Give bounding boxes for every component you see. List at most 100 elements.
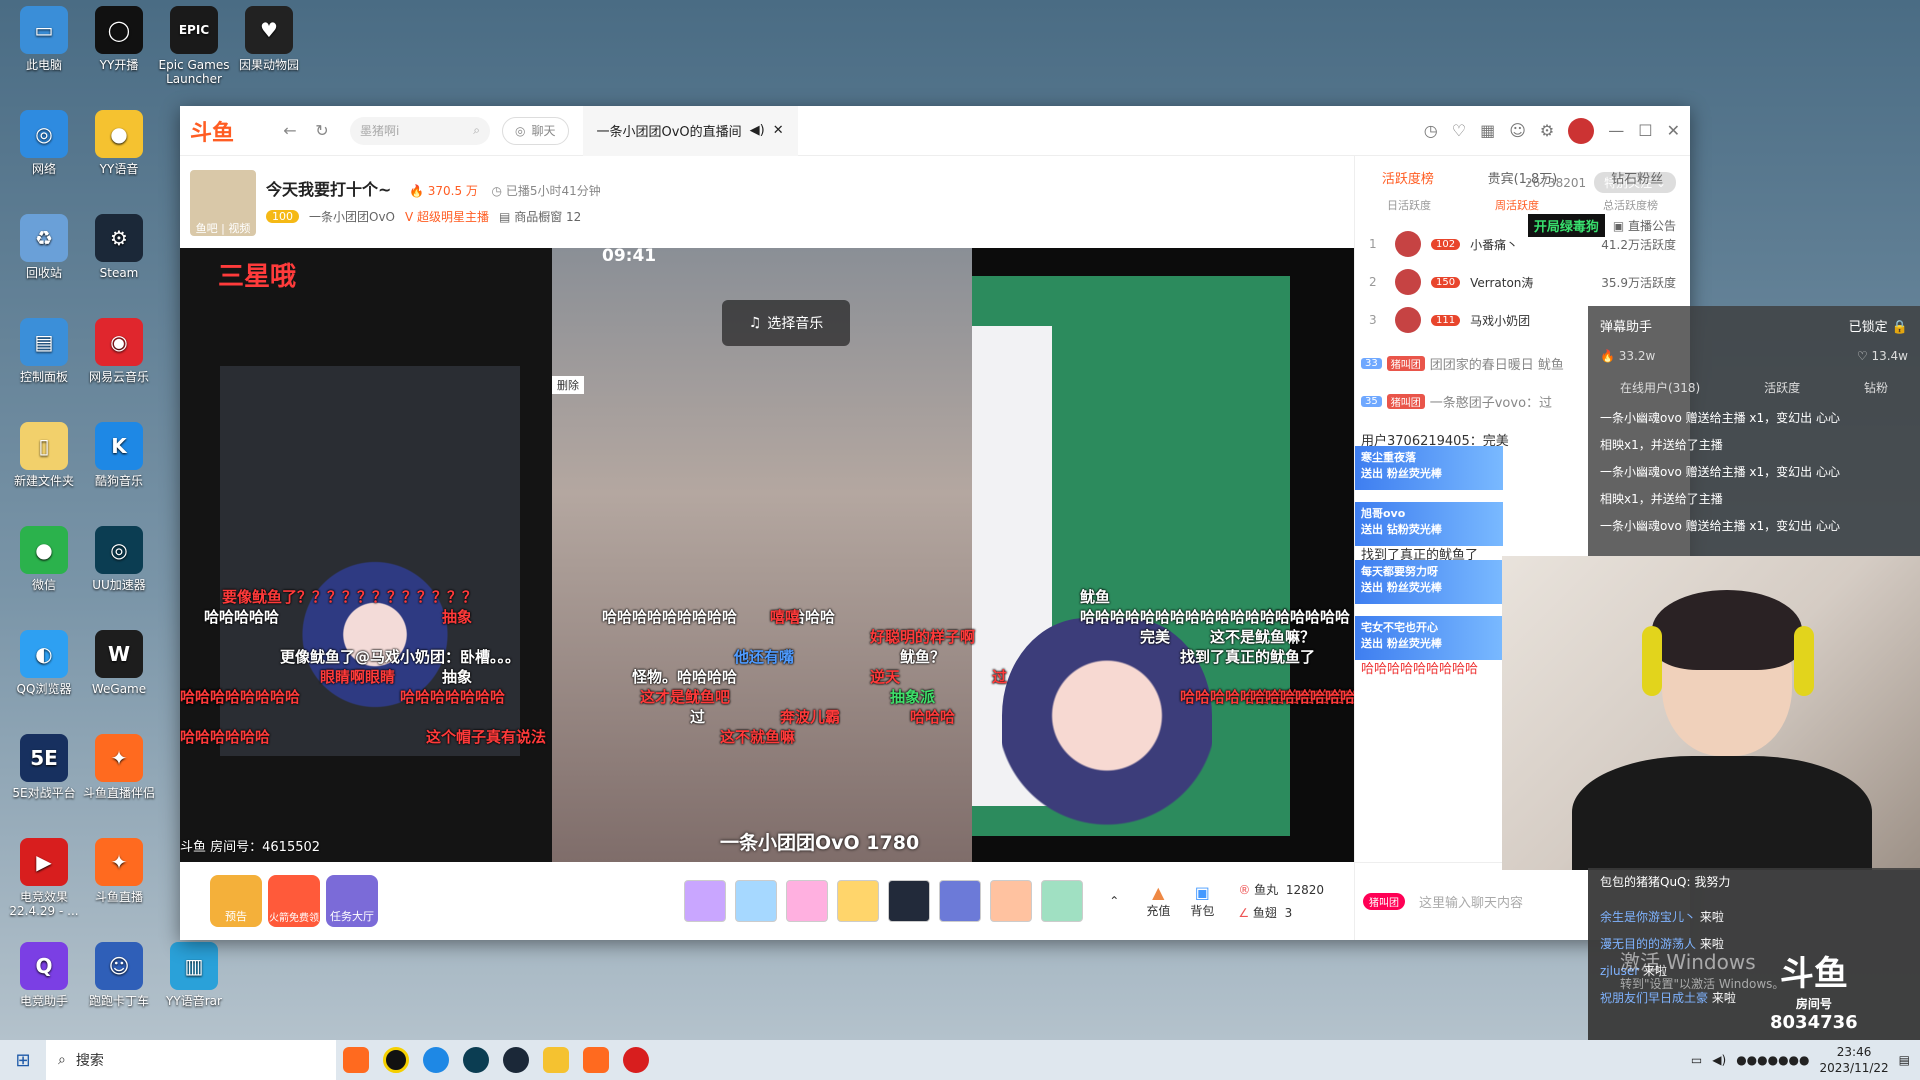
chat-input[interactable]: 这里输入聊天内容 (1419, 892, 1523, 911)
taskbar-clock[interactable]: 23:46 2023/11/22 (1819, 1044, 1888, 1076)
entry-name: 余生是你游宝儿丶 (1600, 910, 1697, 924)
rank-row[interactable]: 2 150 Verraton涛 35.9万活跃度 (1355, 263, 1690, 301)
speaker-icon[interactable]: ◀) (750, 123, 765, 138)
anchor-avatar[interactable]: 鱼吧 | 视频 (190, 170, 256, 236)
rank-tab[interactable]: 钻石粉丝 (1611, 168, 1663, 187)
desktop-icon[interactable]: ◎ UU加速器 (75, 526, 163, 592)
preview-button[interactable]: 预告 (210, 875, 262, 927)
gift-item[interactable] (888, 880, 931, 922)
assistant-column[interactable]: 在线用户(318) (1620, 379, 1700, 396)
taskbar-kugou[interactable] (416, 1040, 456, 1080)
taskbar-steam[interactable] (496, 1040, 536, 1080)
settings-icon[interactable]: ⚙ (1540, 121, 1554, 140)
desktop-icon[interactable]: W WeGame (75, 630, 163, 696)
desktop-icon-label: 斗鱼直播伴侣 (82, 786, 155, 800)
calendar-icon[interactable]: ▦ (1480, 121, 1495, 140)
taskbar-effect[interactable] (616, 1040, 656, 1080)
taskbar-yyvoice[interactable] (536, 1040, 576, 1080)
chat-button[interactable]: ◎ 聊天 (502, 116, 569, 145)
chat-text: 哈哈哈哈哈哈哈哈哈 (1361, 661, 1479, 677)
hot-number: 370.5 万 (427, 184, 478, 198)
rank-number: 1 (1369, 237, 1377, 251)
rank-tab[interactable]: 活跃度榜 (1382, 168, 1434, 187)
desktop-icon-image: ● (20, 526, 68, 574)
message-icon[interactable]: ☺ (1509, 121, 1526, 140)
desktop-icon-label: YY语音rar (166, 994, 222, 1008)
taskbar-search[interactable]: ⌕ 搜索 (46, 1040, 336, 1080)
goods-window[interactable]: ▤ 商品橱窗 12 (499, 208, 581, 225)
desktop-icon[interactable]: ◉ 网易云音乐 (75, 318, 163, 384)
assistant-lock[interactable]: 已锁定 🔒 (1849, 316, 1908, 335)
heart-icon[interactable]: ♡ (1452, 121, 1466, 140)
rocket-free-button[interactable]: 火箭免费领 (268, 875, 320, 927)
rank-name: Verraton涛 (1470, 275, 1534, 290)
rank-subtab[interactable]: 总活跃度榜 (1603, 197, 1658, 213)
desktop-icon[interactable]: ▥ YY语音rar (150, 942, 238, 1008)
desktop-icon[interactable]: ⚙ Steam (75, 214, 163, 280)
maximize-icon[interactable]: ☐ (1638, 121, 1652, 140)
history-icon[interactable]: ◷ (1424, 121, 1438, 140)
taskbar-douyu-companion[interactable] (336, 1040, 376, 1080)
gift-expand-icon[interactable]: ⌃ (1092, 894, 1136, 908)
bag-button[interactable]: ▣ 背包 (1180, 883, 1224, 919)
gift-item[interactable] (837, 880, 880, 922)
desktop-icon[interactable]: ♥ 因果动物园 (225, 6, 313, 72)
tray-network-icon[interactable]: ▭ (1691, 1053, 1702, 1067)
desktop-icon[interactable]: ● YY语音 (75, 110, 163, 176)
notification-icon[interactable]: ▤ (1899, 1053, 1910, 1067)
search-placeholder: 墨猪啊i (360, 124, 400, 138)
recharge-button[interactable]: ▲ 充值 (1136, 883, 1180, 919)
gift-item[interactable] (735, 880, 778, 922)
taskbar-douyu[interactable] (576, 1040, 616, 1080)
search-icon[interactable]: ⌕ (473, 123, 480, 138)
minimize-icon[interactable]: — (1608, 121, 1624, 140)
gift-banner: 宅女不宅也开心 送出 粉丝荧光棒 (1355, 616, 1503, 660)
close-tab-icon[interactable]: ✕ (773, 123, 784, 138)
rank-subtab[interactable]: 日活跃度 (1387, 197, 1431, 213)
tab-live-room[interactable]: 一条小团团OvO的直播间 ◀) ✕ (582, 105, 798, 156)
gift-item[interactable] (990, 880, 1033, 922)
taskbar-uu[interactable] (456, 1040, 496, 1080)
douyu-logo[interactable]: 斗鱼 (190, 116, 270, 146)
search-input[interactable]: 墨猪啊i ⌕ (350, 116, 490, 145)
club-badge[interactable]: 猪叫团 (1363, 893, 1405, 910)
rank-row[interactable]: 1 102 小番痛丶 41.2万活跃度 (1355, 225, 1690, 263)
back-icon[interactable]: ← (278, 121, 302, 140)
desktop-icon[interactable]: ✦ 斗鱼直播 (75, 838, 163, 904)
stream-name-overlay: 一条小团团OvO 1780 (720, 832, 920, 854)
assistant-column[interactable]: 活跃度 (1764, 379, 1800, 396)
gift-item[interactable] (786, 880, 829, 922)
tray-apps-icon[interactable]: ●●●●●●● (1736, 1053, 1809, 1067)
gift-banner-name: 寒尘重夜落 (1361, 451, 1416, 464)
assistant-column[interactable]: 钻粉 (1864, 379, 1888, 396)
danmu-message: 哈哈哈哈哈哈哈哈哈哈哈哈哈哈哈哈哈哈 (1080, 608, 1351, 626)
gift-item[interactable] (939, 880, 982, 922)
assistant-gift-line: 相映x1，并送给了主播 (1600, 438, 1723, 452)
gift-item[interactable] (684, 880, 727, 922)
task-hall-button[interactable]: 任务大厅 (326, 875, 378, 927)
rank-tab[interactable]: 贵宾(1.8万) (1488, 168, 1558, 187)
fish-fin-icon: ∠ (1238, 906, 1250, 920)
danmu-message: 奔波儿霸 (780, 708, 841, 726)
desktop-icon[interactable]: K 酷狗音乐 (75, 422, 163, 488)
refresh-icon[interactable]: ↻ (310, 121, 334, 140)
gift-item[interactable] (1041, 880, 1084, 922)
douyu-window: 斗鱼 ← ↻ 墨猪啊i ⌕ ◎ 聊天 一条小团团OvO的直播间 ◀) ✕ ◷ ♡… (180, 105, 1691, 940)
desktop-icon-image: ⚙ (95, 214, 143, 262)
rank-tabs: 活跃度榜 贵宾(1.8万) 钻石粉丝 (1355, 156, 1690, 187)
rank-level-badge: 102 (1431, 238, 1461, 250)
windows-start-icon[interactable]: ⊞ (0, 1040, 46, 1080)
desktop-icon[interactable]: ✦ 斗鱼直播伴侣 (75, 734, 163, 800)
anchor-name[interactable]: 一条小团团OvO (309, 208, 395, 225)
desktop-icon-image: K (95, 422, 143, 470)
tray-volume-icon[interactable]: ◀) (1712, 1053, 1726, 1067)
title-bar: 斗鱼 ← ↻ 墨猪啊i ⌕ ◎ 聊天 一条小团团OvO的直播间 ◀) ✕ ◷ ♡… (180, 105, 1690, 156)
avatar-caption: 鱼吧 | 视频 (195, 222, 251, 235)
rank-avatar (1395, 231, 1421, 257)
gift-banner-desc: 送出 粉丝荧光棒 (1361, 467, 1442, 480)
taskbar-yy[interactable] (376, 1040, 416, 1080)
user-avatar[interactable] (1568, 117, 1595, 144)
close-icon[interactable]: ✕ (1667, 121, 1680, 140)
video-player[interactable]: 三星哦 09:41 ♫ 选择音乐 删除 要像鱿鱼了？？？？？？？？？？？？ 哈哈哈… (180, 248, 1354, 862)
rank-subtab[interactable]: 周活跃度 (1495, 197, 1539, 213)
